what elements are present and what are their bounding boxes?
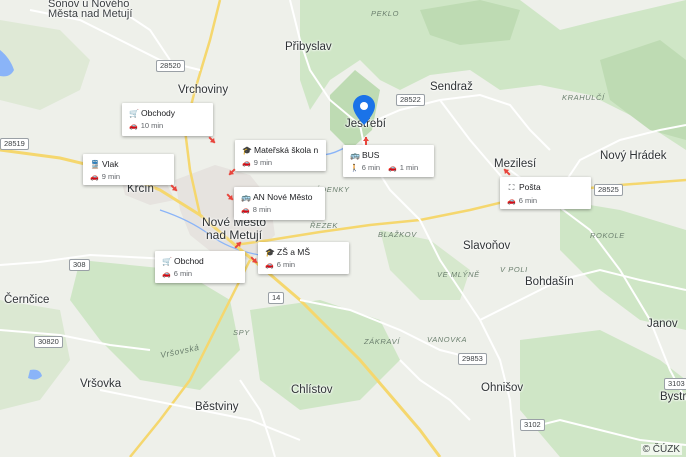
- place-janov: Janov: [647, 318, 678, 330]
- cart-icon: 🛒: [129, 109, 139, 118]
- post-icon: ⛶: [508, 183, 515, 192]
- area-ve-mlyne: VE MLÝNĚ: [437, 270, 480, 279]
- road-shield-28522: 28522: [396, 94, 425, 106]
- copyright-notice[interactable]: © ČÚZK: [640, 444, 682, 455]
- poi-card-obchod[interactable]: 🛒 Obchod 🚗 6 min: [155, 251, 245, 283]
- place-chlistov: Chlístov: [291, 384, 333, 396]
- poi-title: AN Nové Město: [253, 192, 313, 202]
- car-icon: 🚗: [241, 207, 250, 214]
- walk-icon: 🚶: [350, 165, 359, 172]
- car-icon: 🚗: [265, 262, 274, 269]
- train-icon: 🚆: [90, 160, 100, 169]
- place-sendraz: Sendraž: [430, 81, 473, 93]
- area-zakravi: ZÁKRAVÍ: [364, 337, 400, 346]
- place-mezilesi: Mezilesí: [494, 158, 537, 170]
- car-icon: 🚗: [242, 160, 251, 167]
- car-icon: 🚗: [129, 123, 138, 130]
- poi-time: 6 min: [276, 260, 296, 269]
- poi-title: Obchod: [174, 256, 204, 266]
- car-icon: 🚗: [162, 271, 171, 278]
- cart-icon: 🛒: [162, 257, 172, 266]
- road-shield-28519: 28519: [0, 138, 29, 150]
- poi-title: Vlak: [102, 159, 119, 169]
- road-shield-3102: 3102: [520, 419, 545, 431]
- area-rezek: ŘEZEK: [310, 221, 339, 230]
- school-icon: 🎓: [242, 146, 252, 155]
- poi-card-an-nove-mesto[interactable]: 🚌 AN Nové Město 🚗 8 min: [234, 187, 325, 220]
- place-mesta-nad-metuji: Města nad Metují: [48, 8, 133, 20]
- road-shield-14: 14: [268, 292, 285, 304]
- road-shield-29853: 29853: [458, 353, 487, 365]
- school-icon: 🎓: [265, 248, 275, 257]
- area-krahulci: KRAHULČÍ: [562, 93, 605, 102]
- poi-title: Obchody: [141, 108, 176, 118]
- place-bestviny: Běstviny: [195, 401, 239, 413]
- poi-time: 9 min: [253, 158, 273, 167]
- place-slavonov: Slavoňov: [463, 240, 511, 252]
- poi-time: 6 min: [518, 196, 538, 205]
- place-bohdasin: Bohdašín: [525, 276, 574, 288]
- area-peklo: PEKLO: [371, 9, 400, 18]
- car-icon: 🚗: [388, 165, 397, 172]
- poi-time: 6 min: [173, 269, 193, 278]
- area-spy: SPY: [233, 328, 250, 337]
- poi-title: Mateřská škola n...: [254, 145, 319, 155]
- poi-card-bus[interactable]: 🚌 BUS 🚶 6 min 🚗 1 min: [343, 145, 434, 177]
- place-novy-hradek: Nový Hrádek: [600, 150, 667, 162]
- poi-time: 10 min: [140, 121, 164, 130]
- location-pin-icon[interactable]: [353, 95, 375, 125]
- area-blazkov: BLAŽKOV: [378, 230, 417, 239]
- place-ohnisov: Ohnišov: [481, 382, 524, 394]
- bus-icon: 🚌: [241, 193, 251, 202]
- poi-time: 9 min: [101, 172, 121, 181]
- poi-title: Pošta: [519, 182, 541, 192]
- place-vrsovka: Vršovka: [80, 378, 122, 390]
- area-vanovka: VANOVKA: [427, 335, 468, 344]
- place-nove-mesto-2: nad Metují: [206, 228, 263, 242]
- poi-card-vlak[interactable]: 🚆 Vlak 🚗 9 min: [83, 154, 174, 185]
- bus-icon: 🚌: [350, 151, 360, 160]
- place-vrchoviny: Vrchoviny: [178, 84, 229, 96]
- poi-card-materska-skola[interactable]: 🎓 Mateřská škola n... 🚗 9 min: [235, 140, 326, 171]
- place-bystre: Bystr: [660, 391, 686, 403]
- place-pribyslav: Přibyslav: [285, 41, 332, 53]
- poi-walk-time: 6 min: [361, 163, 381, 172]
- poi-title: ZŠ a MŠ: [277, 247, 311, 257]
- place-cernctice: Černčice: [4, 294, 50, 306]
- area-rokole: ROKOLE: [590, 231, 625, 240]
- poi-time: 8 min: [252, 205, 272, 214]
- road-shield-28520: 28520: [156, 60, 185, 72]
- poi-car-time: 1 min: [399, 163, 419, 172]
- road-shield-3103: 3103: [664, 378, 686, 390]
- road-shield-30820: 30820: [34, 336, 63, 348]
- poi-card-zs-a-ms[interactable]: 🎓 ZŠ a MŠ 🚗 6 min: [258, 242, 349, 274]
- poi-title: BUS: [362, 150, 380, 160]
- poi-card-obchody[interactable]: 🛒 Obchody 🚗 10 min: [122, 103, 213, 136]
- road-shield-28525: 28525: [594, 184, 623, 196]
- map-view[interactable]: Šonov u Nového Města nad Metují Přibysla…: [0, 0, 686, 457]
- poi-card-posta[interactable]: ⛶ Pošta 🚗 6 min: [500, 177, 591, 209]
- area-v-poli: V POLI: [500, 265, 528, 274]
- car-icon: 🚗: [507, 198, 516, 205]
- road-shield-308: 308: [69, 259, 90, 271]
- car-icon: 🚗: [90, 174, 99, 181]
